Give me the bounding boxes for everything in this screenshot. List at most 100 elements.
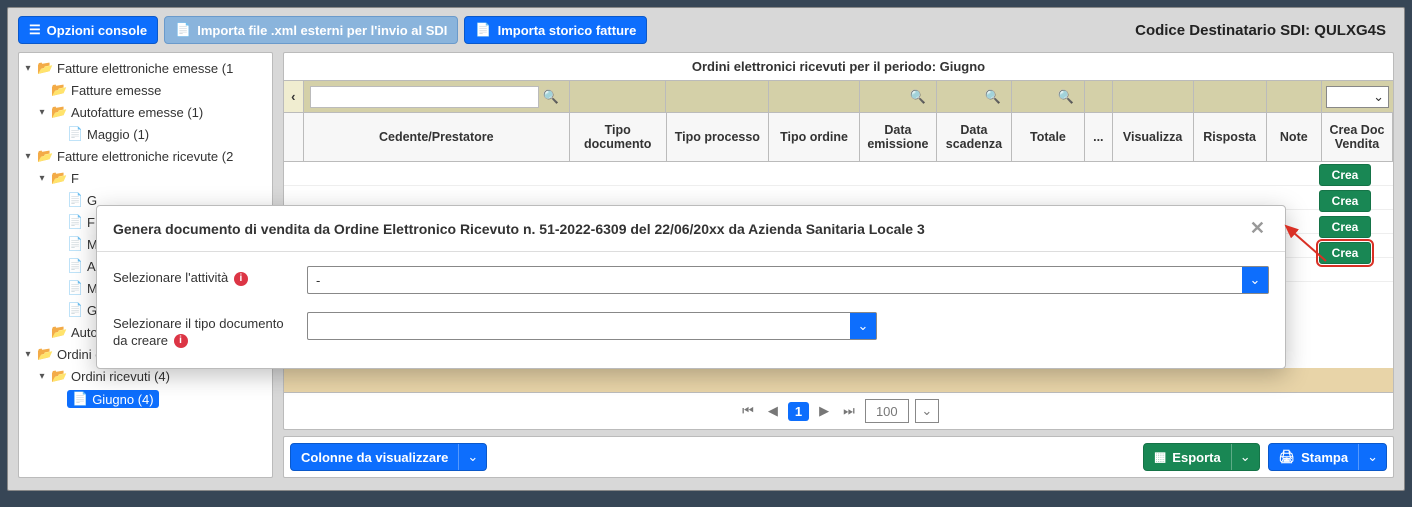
col-data-scad[interactable]: Data scadenza <box>937 113 1012 161</box>
genera-documento-modal: Genera documento di vendita da Ordine El… <box>96 205 1286 369</box>
importa-storico-label: Importa storico fatture <box>498 23 637 38</box>
chevron-down-icon: ⌄ <box>1373 89 1384 105</box>
info-icon[interactable]: i <box>174 334 188 348</box>
colonne-label: Colonne da visualizzare <box>301 450 448 465</box>
file-icon: 📄 <box>67 302 83 318</box>
col-note[interactable]: Note <box>1267 113 1322 161</box>
label-tipo-doc: Selezionare il tipo documento da creare … <box>113 312 295 350</box>
pager-first-icon[interactable]: ⏮ <box>738 403 758 419</box>
sidebar-item-label: G <box>87 193 97 208</box>
pager-page-size-dropdown[interactable]: ⌄ <box>915 399 939 423</box>
sidebar-item-label: A <box>87 259 96 274</box>
bottom-bar: Colonne da visualizzare ⌄ ▦ Esporta ⌄ 🖨 … <box>283 436 1394 478</box>
file-icon: 📄 <box>67 214 83 230</box>
sidebar-item-label: Ordini ricevuti (4) <box>71 369 170 384</box>
sidebar-item[interactable]: 📄 Maggio (1) <box>21 123 270 145</box>
caret-icon[interactable]: ▾ <box>37 173 47 184</box>
opzioni-console-label: Opzioni console <box>47 23 147 38</box>
sidebar-item-label: Fatture emesse <box>71 83 161 98</box>
sidebar-item[interactable]: 📄Giugno (4) <box>21 387 270 411</box>
chevron-down-icon[interactable]: ⌄ <box>850 313 876 339</box>
printer-icon: 🖨 <box>1279 449 1296 465</box>
chevron-down-icon[interactable]: ⌄ <box>1242 267 1268 293</box>
grid-title: Ordini elettronici ricevuti per il perio… <box>284 53 1393 81</box>
col-cedente[interactable]: Cedente/Prestatore <box>304 113 570 161</box>
sidebar-item-label: F <box>71 171 79 186</box>
sdi-code-label: Codice Destinatario SDI: QULXG4S <box>1135 22 1394 39</box>
pager: ⏮ ◀ 1 ▶ ⏭ 100 ⌄ <box>284 392 1393 429</box>
file-icon: 📄 <box>72 391 88 407</box>
colonne-button[interactable]: Colonne da visualizzare ⌄ <box>290 443 487 471</box>
file-icon: 📄 <box>67 126 83 142</box>
pager-page-number[interactable]: 1 <box>788 402 809 421</box>
chevron-down-icon[interactable]: ⌄ <box>1358 444 1386 470</box>
sidebar-item[interactable]: ▾ 📂 Autofatture emesse (1) <box>21 101 270 123</box>
crea-button[interactable]: Crea <box>1319 164 1372 186</box>
folder-open-icon: 📂 <box>51 324 67 340</box>
grid-header: Cedente/Prestatore Tipo documento Tipo p… <box>284 113 1393 162</box>
toolbar: ☰ Opzioni console 📄 Importa file .xml es… <box>8 8 1404 52</box>
stampa-button[interactable]: 🖨 Stampa ⌄ <box>1268 443 1387 471</box>
scroll-left-button[interactable]: ‹ <box>284 81 304 112</box>
excel-icon: ▦ <box>1154 449 1166 465</box>
info-icon[interactable]: i <box>234 272 248 286</box>
col-tipo-proc[interactable]: Tipo processo <box>667 113 770 161</box>
chevron-down-icon[interactable]: ⌄ <box>458 444 486 470</box>
opzioni-console-button[interactable]: ☰ Opzioni console <box>18 16 158 44</box>
col-data-emiss[interactable]: Data emissione <box>860 113 937 161</box>
caret-icon[interactable]: ▾ <box>37 371 47 382</box>
pager-next-icon[interactable]: ▶ <box>815 403 833 419</box>
hamburger-icon: ☰ <box>29 22 41 38</box>
col-ellipsis[interactable]: ... <box>1085 113 1113 161</box>
caret-icon[interactable]: ▾ <box>23 63 33 74</box>
search-icon[interactable]: 🔍 <box>906 89 930 105</box>
caret-icon[interactable]: ▾ <box>23 151 33 162</box>
search-icon[interactable]: 🔍 <box>981 89 1005 105</box>
label-attivita: Selezionare l'attività i <box>113 266 295 287</box>
file-icon: 📄 <box>67 192 83 208</box>
file-icon: 📄 <box>67 280 83 296</box>
filter-cedente: 🔍 <box>304 81 570 112</box>
pager-prev-icon[interactable]: ◀ <box>764 403 782 419</box>
pager-page-size: 100 <box>865 399 909 423</box>
importa-xml-label: Importa file .xml esterni per l'invio al… <box>197 23 447 38</box>
sidebar-item[interactable]: ▾ 📂 F <box>21 167 270 189</box>
sidebar-item[interactable]: 📂Fatture emesse <box>21 79 270 101</box>
folder-open-icon: 📂 <box>37 148 53 164</box>
col-visualizza[interactable]: Visualizza <box>1113 113 1194 161</box>
filter-crea-dropdown[interactable]: ⌄ <box>1326 86 1389 108</box>
filter-row: ‹ 🔍 🔍 🔍 🔍 ⌄ <box>284 81 1393 113</box>
col-risposta[interactable]: Risposta <box>1194 113 1267 161</box>
folder-open-icon: 📂 <box>51 104 67 120</box>
sidebar-item-label: Fatture elettroniche ricevute (2 <box>57 149 233 164</box>
col-tipo-doc[interactable]: Tipo documento <box>570 113 667 161</box>
folder-open-icon: 📂 <box>51 170 67 186</box>
close-icon[interactable]: ✕ <box>1246 218 1269 239</box>
pager-last-icon[interactable]: ⏭ <box>839 403 859 419</box>
col-totale[interactable]: Totale <box>1012 113 1085 161</box>
sidebar-item-selected[interactable]: 📄Giugno (4) <box>67 390 159 408</box>
filter-cedente-input[interactable] <box>310 86 539 108</box>
search-icon[interactable]: 🔍 <box>539 89 563 105</box>
crea-button-highlighted[interactable]: Crea <box>1319 242 1372 264</box>
sidebar-item[interactable]: ▾📂Fatture elettroniche emesse (1 <box>21 57 270 79</box>
crea-button[interactable]: Crea <box>1319 216 1372 238</box>
sidebar-item-label: Autofatture emesse (1) <box>71 105 203 120</box>
caret-icon[interactable]: ▾ <box>37 107 47 118</box>
col-crea[interactable]: Crea Doc Vendita <box>1322 113 1393 161</box>
tipo-documento-select[interactable]: ⌄ <box>307 312 877 340</box>
importa-xml-button[interactable]: 📄 Importa file .xml esterni per l'invio … <box>164 16 458 44</box>
sidebar-item-label: Maggio (1) <box>87 127 149 142</box>
attivita-select[interactable]: - ⌄ <box>307 266 1269 294</box>
attivita-value: - <box>308 267 1242 293</box>
search-icon[interactable]: 🔍 <box>1054 89 1078 105</box>
crea-button[interactable]: Crea <box>1319 190 1372 212</box>
importa-storico-button[interactable]: 📄 Importa storico fatture <box>464 16 647 44</box>
esporta-button[interactable]: ▦ Esporta ⌄ <box>1143 443 1260 471</box>
chevron-down-icon[interactable]: ⌄ <box>1231 444 1259 470</box>
sidebar-item[interactable]: ▾ 📂 Fatture elettroniche ricevute (2 <box>21 145 270 167</box>
col-tipo-ord[interactable]: Tipo ordine <box>769 113 860 161</box>
folder-open-icon: 📂 <box>37 346 53 362</box>
file-icon: 📄 <box>67 236 83 252</box>
caret-icon[interactable]: ▾ <box>23 349 33 360</box>
